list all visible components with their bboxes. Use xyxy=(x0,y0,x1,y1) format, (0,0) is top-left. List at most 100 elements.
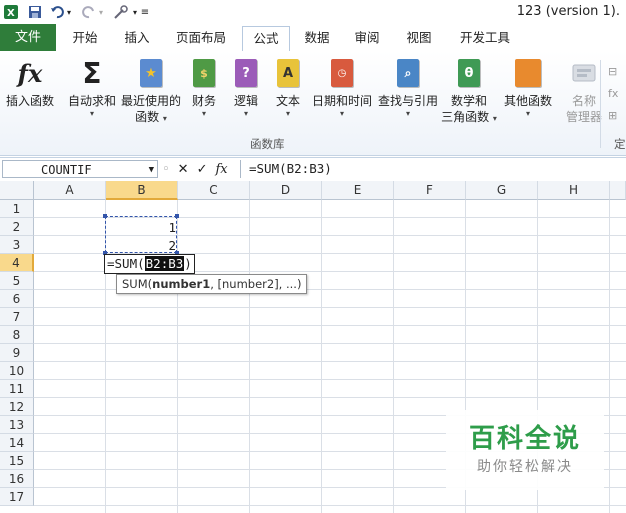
tab-review[interactable]: 审阅 xyxy=(346,27,388,49)
grid-line xyxy=(34,343,626,344)
tools-dropdown-icon[interactable]: ▾ xyxy=(130,3,140,21)
column-header-d[interactable]: D xyxy=(250,181,322,200)
select-all-corner[interactable] xyxy=(0,181,34,200)
create-from-selection-icon[interactable]: ⊞ xyxy=(608,105,624,127)
tools-icon[interactable] xyxy=(112,3,130,21)
column-header-e[interactable]: E xyxy=(322,181,394,200)
insert-function-icon[interactable]: fx xyxy=(215,162,227,177)
more-books-icon xyxy=(514,57,542,89)
grid-line xyxy=(34,397,626,398)
row-header-9[interactable]: 9 xyxy=(0,344,34,362)
row-header-12[interactable]: 12 xyxy=(0,398,34,416)
chevron-down-icon: ▾ xyxy=(201,109,206,118)
logical-button[interactable]: ? 逻辑 ▾ xyxy=(228,57,264,119)
lookup-book-icon: ⌕ xyxy=(394,57,422,89)
column-header-g[interactable]: G xyxy=(466,181,538,200)
use-in-formula-icon[interactable]: fx xyxy=(608,83,624,105)
row-header-1[interactable]: 1 xyxy=(0,200,34,218)
row-header-3[interactable]: 3 xyxy=(0,236,34,254)
tab-home[interactable]: 开始 xyxy=(64,27,106,49)
tooltip-current-argument[interactable]: number1 xyxy=(152,277,210,291)
lookup-reference-button[interactable]: ⌕ 查找与引用 ▾ xyxy=(376,57,440,119)
formula-input[interactable]: =SUM(B2:B3) xyxy=(240,160,626,178)
text-button[interactable]: A 文本 ▾ xyxy=(270,57,306,119)
cancel-icon[interactable]: ✕ xyxy=(178,162,189,177)
ribbon-tabs: 文件 开始 插入 页面布局 公式 数据 审阅 视图 开发工具 xyxy=(0,24,626,52)
grid-line xyxy=(34,505,626,506)
tab-formulas[interactable]: 公式 xyxy=(242,26,290,52)
save-icon[interactable] xyxy=(26,3,44,21)
financial-button[interactable]: $ 财务 ▾ xyxy=(186,57,222,119)
name-box-value: COUNTIF xyxy=(41,163,92,177)
row-header-11[interactable]: 11 xyxy=(0,380,34,398)
tab-file[interactable]: 文件 xyxy=(0,24,56,51)
watermark-subtitle: 助你轻松解决 xyxy=(477,459,573,475)
star-book-icon: ★ xyxy=(137,57,165,89)
redo-dropdown-icon[interactable]: ▾ xyxy=(96,3,106,21)
function-argument-tooltip[interactable]: SUM(number1, [number2], ...) xyxy=(116,274,308,294)
column-header-h[interactable]: H xyxy=(538,181,610,200)
column-header-partial[interactable] xyxy=(610,181,626,200)
grid-line xyxy=(177,200,178,513)
column-header-b[interactable]: B xyxy=(106,181,178,200)
excel-app-icon[interactable]: X xyxy=(2,3,20,21)
tab-insert[interactable]: 插入 xyxy=(116,27,158,49)
grid-line xyxy=(34,379,626,380)
date-time-button[interactable]: ◷ 日期和时间 ▾ xyxy=(310,57,374,119)
more-functions-button[interactable]: 其他函数 ▾ xyxy=(502,57,554,119)
ribbon-group-label-defined-names: 定 xyxy=(614,137,626,151)
customize-quick-access-icon[interactable]: ≡ xyxy=(140,3,150,21)
row-header-16[interactable]: 16 xyxy=(0,470,34,488)
row-header-14[interactable]: 14 xyxy=(0,434,34,452)
tab-data[interactable]: 数据 xyxy=(296,27,338,49)
row-header-15[interactable]: 15 xyxy=(0,452,34,470)
grid-line xyxy=(393,200,394,513)
math-trig-button[interactable]: θ 数学和 三角函数 ▾ xyxy=(440,57,498,125)
column-header-c[interactable]: C xyxy=(178,181,250,200)
math-book-icon: θ xyxy=(455,57,483,89)
row-header-5[interactable]: 5 xyxy=(0,272,34,290)
formula-range-reference: B2:B3 xyxy=(144,256,185,271)
tab-developer[interactable]: 开发工具 xyxy=(450,27,520,49)
row-header-7[interactable]: 7 xyxy=(0,308,34,326)
autosum-button[interactable]: Σ 自动求和 ▾ xyxy=(64,57,120,119)
svg-text:X: X xyxy=(7,8,15,19)
grid-line xyxy=(34,325,626,326)
define-name-icon[interactable]: ⊟ xyxy=(608,61,624,83)
row-header-6[interactable]: 6 xyxy=(0,290,34,308)
chevron-down-icon: ▾ xyxy=(89,109,94,118)
tooltip-other-arguments: , [number2], ...) xyxy=(210,277,302,291)
chevron-down-icon[interactable]: ▼ xyxy=(149,161,154,179)
chevron-down-icon: ▾ xyxy=(339,109,344,118)
row-header-10[interactable]: 10 xyxy=(0,362,34,380)
grid-line xyxy=(249,200,250,513)
enter-icon[interactable]: ✓ xyxy=(197,162,208,177)
row-header-4[interactable]: 4 xyxy=(0,254,34,272)
insert-function-button[interactable]: fx 插入函数 xyxy=(4,57,56,109)
name-box[interactable]: COUNTIF ▼ xyxy=(2,160,158,178)
range-handle[interactable] xyxy=(103,214,107,218)
copy-marquee-b2-b3 xyxy=(103,214,179,255)
row-header-8[interactable]: 8 xyxy=(0,326,34,344)
formula-prefix: =SUM( xyxy=(107,256,145,271)
row-header-13[interactable]: 13 xyxy=(0,416,34,434)
column-header-f[interactable]: F xyxy=(394,181,466,200)
window-title: 123 (version 1). xyxy=(516,4,620,19)
row-header-2[interactable]: 2 xyxy=(0,218,34,236)
cell-b4-editor[interactable]: =SUM(B2:B3) xyxy=(104,254,195,274)
undo-dropdown-icon[interactable]: ▾ xyxy=(64,3,74,21)
define-name-icons[interactable]: ⊟ fx ⊞ xyxy=(608,61,624,127)
recently-used-button[interactable]: ★ 最近使用的 函数 ▾ xyxy=(120,57,182,125)
range-handle[interactable] xyxy=(175,214,179,218)
row-header-17[interactable]: 17 xyxy=(0,488,34,506)
tab-page-layout[interactable]: 页面布局 xyxy=(168,27,234,49)
datetime-book-icon: ◷ xyxy=(328,57,356,89)
finance-book-icon: $ xyxy=(190,57,218,89)
column-header-a[interactable]: A xyxy=(34,181,106,200)
text-book-icon: A xyxy=(274,57,302,89)
expand-handle-icon[interactable]: ◦ xyxy=(162,162,170,177)
tooltip-function-name: SUM( xyxy=(122,277,153,291)
logic-book-icon: ? xyxy=(232,57,260,89)
formula-controls: ◦ ✕ ✓ fx xyxy=(162,160,228,178)
tab-view[interactable]: 视图 xyxy=(398,27,440,49)
